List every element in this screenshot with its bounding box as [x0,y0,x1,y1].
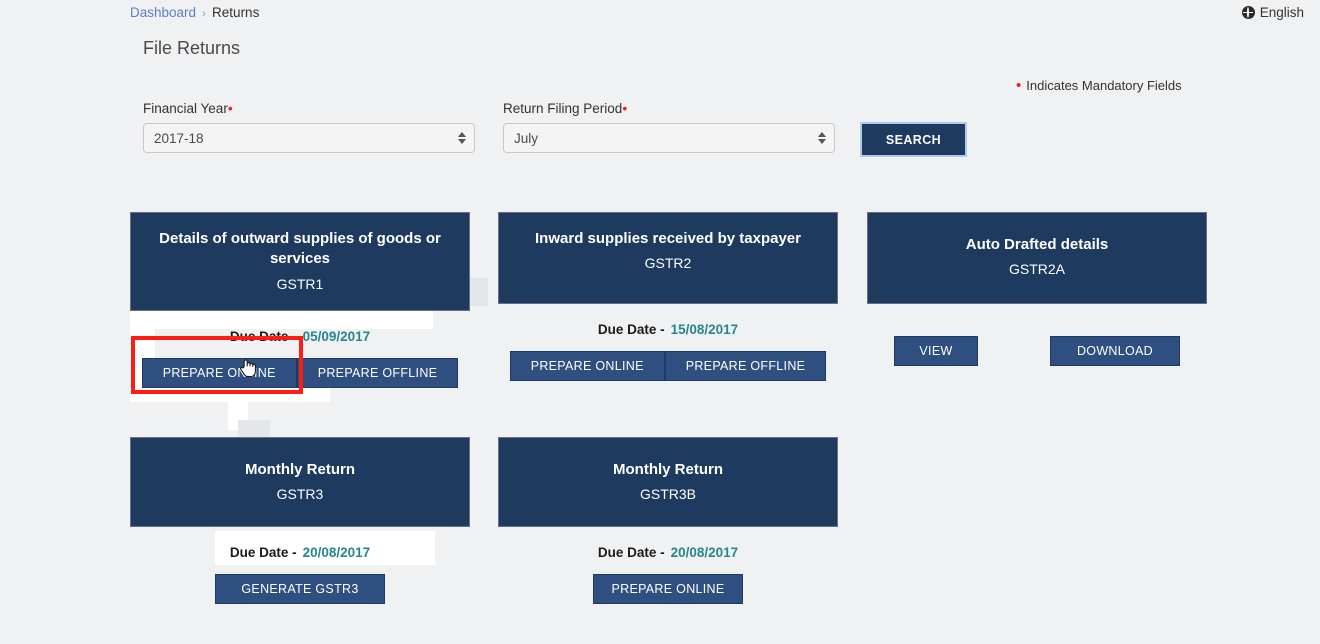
card-actions: VIEW DOWNLOAD [867,336,1207,366]
card-actions: GENERATE GSTR3 [130,574,470,604]
view-button[interactable]: VIEW [894,336,978,366]
render-artifact [470,278,488,306]
prepare-offline-button[interactable]: PREPARE OFFLINE [665,351,827,381]
card-title: Monthly Return [513,460,823,480]
stepper-arrows-icon [458,132,466,144]
return-filing-period-label: Return Filing Period• [503,100,835,116]
globe-icon [1242,6,1255,19]
return-card-gstr2a: Auto Drafted details GSTR2A VIEW DOWNLOA… [867,212,1207,366]
card-code: GSTR3B [513,486,823,502]
return-filing-period-field: Return Filing Period• July [503,100,835,153]
card-header: Inward supplies received by taxpayer GST… [498,212,838,304]
card-header: Monthly Return GSTR3B [498,437,838,527]
due-date-row: Due Date - 05/09/2017 [130,329,470,344]
file-returns-page: Dashboard › Returns English File Returns… [0,0,1320,644]
due-date-row: Due Date - 20/08/2017 [130,545,470,560]
mandatory-fields-text: Indicates Mandatory Fields [1026,78,1181,93]
card-code: GSTR1 [145,276,455,292]
generate-gstr3-button[interactable]: GENERATE GSTR3 [215,574,385,604]
card-code: GSTR2A [882,261,1192,277]
return-card-gstr2: Inward supplies received by taxpayer GST… [498,212,838,381]
card-title: Inward supplies received by taxpayer [513,229,823,249]
return-filing-period-select[interactable]: July [503,123,835,153]
language-selector[interactable]: English [1242,5,1304,20]
card-actions: PREPARE ONLINE PREPARE OFFLINE [130,358,470,388]
card-header: Auto Drafted details GSTR2A [867,212,1207,304]
due-date-label: Due Date - [230,329,297,344]
financial-year-value: 2017-18 [154,131,204,146]
required-dot-icon: • [1016,78,1021,93]
breadcrumb-dashboard-link[interactable]: Dashboard [130,5,196,20]
card-actions: PREPARE ONLINE [498,574,838,604]
return-card-gstr3: Monthly Return GSTR3 Due Date - 20/08/201… [130,437,470,604]
card-actions: PREPARE ONLINE PREPARE OFFLINE [498,351,838,381]
return-card-gstr3b: Monthly Return GSTR3B Due Date - 20/08/20… [498,437,838,604]
financial-year-field: Financial Year• 2017-18 [143,100,475,153]
prepare-offline-button[interactable]: PREPARE OFFLINE [297,358,459,388]
required-marker-icon: • [228,100,233,116]
due-date-value: 15/08/2017 [671,322,739,337]
card-code: GSTR3 [145,486,455,502]
due-date-label: Due Date - [598,322,665,337]
download-button[interactable]: DOWNLOAD [1050,336,1180,366]
due-date-row: Due Date - 15/08/2017 [498,322,838,337]
card-title: Details of outward supplies of goods or … [145,229,455,270]
card-header: Monthly Return GSTR3 [130,437,470,527]
mandatory-fields-note: • Indicates Mandatory Fields [1016,78,1182,93]
due-date-label: Due Date - [598,545,665,560]
card-header: Details of outward supplies of goods or … [130,212,470,311]
card-code: GSTR2 [513,255,823,271]
financial-year-label: Financial Year• [143,100,475,116]
required-marker-icon: • [622,100,627,116]
due-date-value: 20/08/2017 [671,545,739,560]
card-title: Auto Drafted details [882,235,1192,255]
return-card-gstr1: Details of outward supplies of goods or … [130,212,470,388]
search-button[interactable]: SEARCH [862,124,965,155]
prepare-online-button[interactable]: PREPARE ONLINE [593,574,743,604]
due-date-value: 20/08/2017 [303,545,371,560]
due-date-value: 05/09/2017 [303,329,371,344]
stepper-arrows-icon [818,132,826,144]
prepare-online-button[interactable]: PREPARE ONLINE [142,358,297,388]
due-date-row: Due Date - 20/08/2017 [498,545,838,560]
page-title: File Returns [143,38,240,59]
language-label: English [1260,5,1304,20]
prepare-online-button[interactable]: PREPARE ONLINE [510,351,665,381]
card-title: Monthly Return [145,460,455,480]
breadcrumb-current: Returns [212,5,259,20]
financial-year-select[interactable]: 2017-18 [143,123,475,153]
breadcrumb: Dashboard › Returns [130,5,259,20]
breadcrumb-separator-icon: › [202,6,206,20]
due-date-label: Due Date - [230,545,297,560]
return-filing-period-value: July [514,131,538,146]
